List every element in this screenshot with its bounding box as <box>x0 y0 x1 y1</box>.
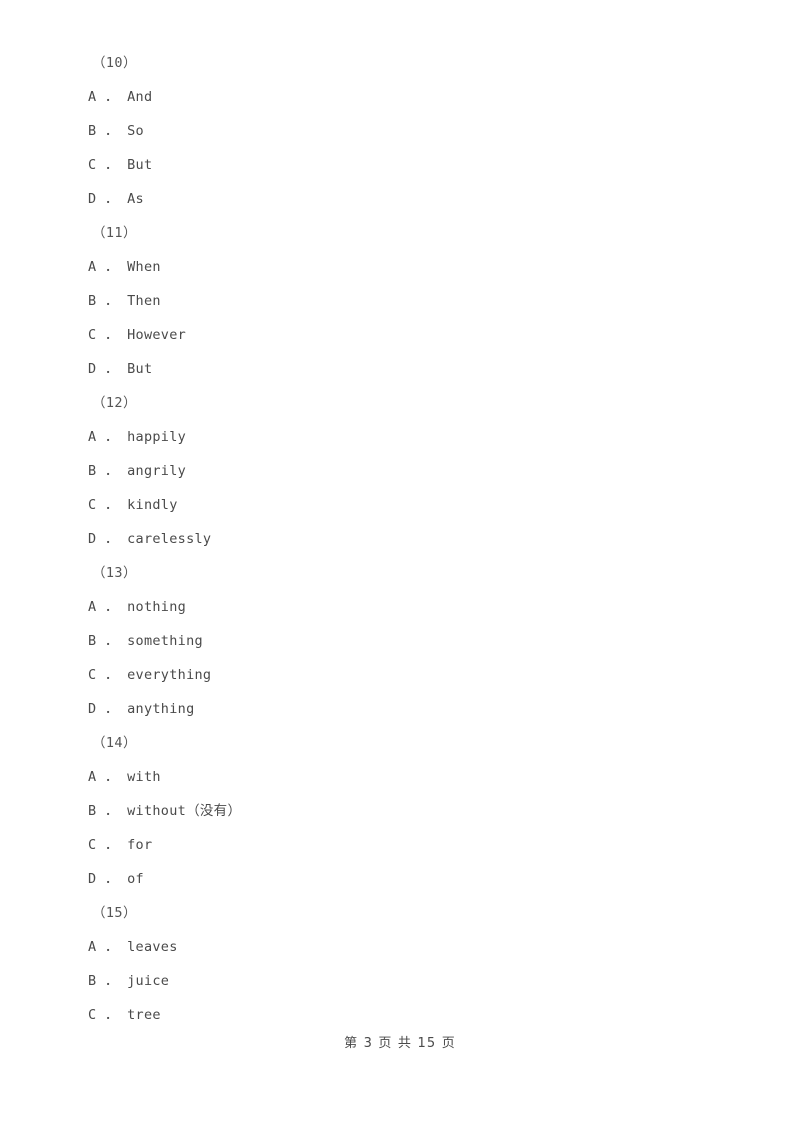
question-number: （15） <box>92 905 137 921</box>
option-c[interactable]: C ． tree <box>0 998 800 1032</box>
option-c[interactable]: C ． But <box>0 148 800 182</box>
option-a[interactable]: A ． happily <box>0 420 800 454</box>
question-group: （13） A ． nothing B ． something C ． every… <box>0 556 800 726</box>
question-number: （10） <box>92 55 137 71</box>
option-b[interactable]: B ． So <box>0 114 800 148</box>
option-a[interactable]: A ． leaves <box>0 930 800 964</box>
option-c[interactable]: C ． However <box>0 318 800 352</box>
option-d[interactable]: D ． anything <box>0 692 800 726</box>
question-number: （14） <box>92 735 137 751</box>
option-d[interactable]: D ． of <box>0 862 800 896</box>
question-number: （13） <box>92 565 137 581</box>
option-b[interactable]: B ． Then <box>0 284 800 318</box>
option-b[interactable]: B ． something <box>0 624 800 658</box>
option-a[interactable]: A ． And <box>0 80 800 114</box>
question-group: （10） A ． And B ． So C ． But D ． As <box>0 46 800 216</box>
document-page: （10） A ． And B ． So C ． But D ． As （11） … <box>0 0 800 1132</box>
option-a[interactable]: A ． with <box>0 760 800 794</box>
question-group: （15） A ． leaves B ． juice C ． tree <box>0 896 800 1032</box>
option-d[interactable]: D ． carelessly <box>0 522 800 556</box>
option-b[interactable]: B ． without（没有） <box>0 794 800 828</box>
question-group: （11） A ． When B ． Then C ． However D ． B… <box>0 216 800 386</box>
question-group: （12） A ． happily B ． angrily C ． kindly … <box>0 386 800 556</box>
option-c[interactable]: C ． everything <box>0 658 800 692</box>
question-number: （12） <box>92 395 137 411</box>
option-d[interactable]: D ． But <box>0 352 800 386</box>
option-c[interactable]: C ． for <box>0 828 800 862</box>
question-number: （11） <box>92 225 137 241</box>
option-a[interactable]: A ． nothing <box>0 590 800 624</box>
option-d[interactable]: D ． As <box>0 182 800 216</box>
option-a[interactable]: A ． When <box>0 250 800 284</box>
question-group: （14） A ． with B ． without（没有） C ． for D … <box>0 726 800 896</box>
question-list: （10） A ． And B ． So C ． But D ． As （11） … <box>0 46 800 1032</box>
option-b[interactable]: B ． juice <box>0 964 800 998</box>
option-b[interactable]: B ． angrily <box>0 454 800 488</box>
page-footer: 第 3 页 共 15 页 <box>344 1036 456 1051</box>
option-c[interactable]: C ． kindly <box>0 488 800 522</box>
